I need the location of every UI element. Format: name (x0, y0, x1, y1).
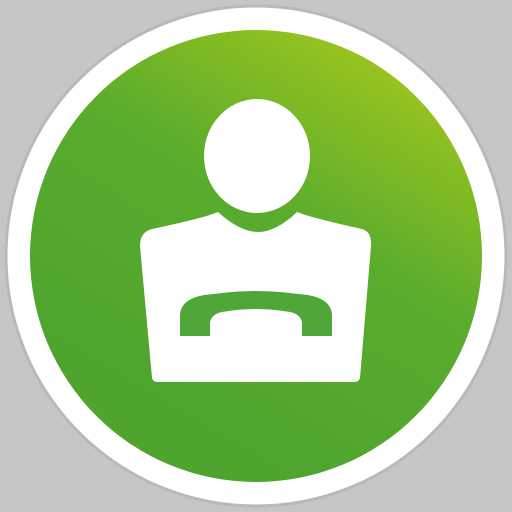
icon-canvas (0, 0, 512, 512)
contact-call-icon[interactable] (0, 0, 512, 512)
person-head (204, 99, 310, 213)
